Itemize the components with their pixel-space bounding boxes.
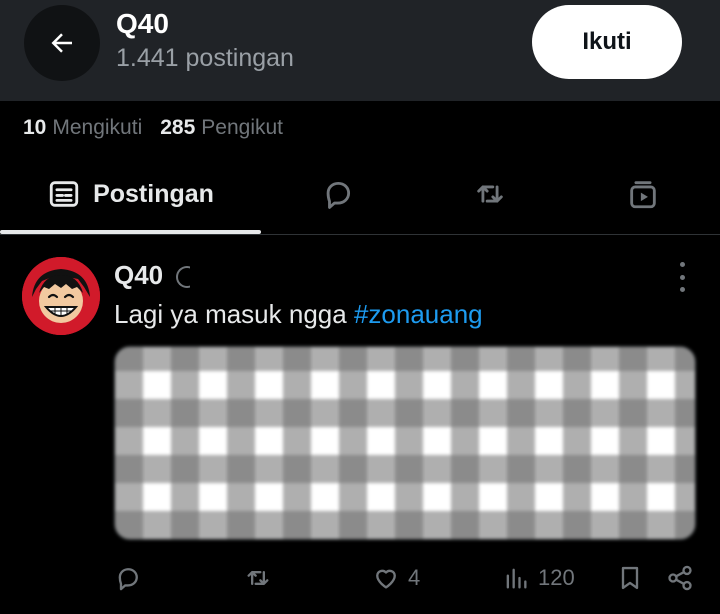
- profile-header: Q40 1.441 postingan Ikuti: [0, 0, 720, 101]
- post-text: Lagi ya masuk ngga #zonauang: [114, 299, 483, 330]
- more-options-icon[interactable]: [672, 262, 692, 292]
- reply-icon: [118, 568, 138, 591]
- like-count: 4: [408, 565, 421, 590]
- post-text-body: Lagi ya masuk ngga: [114, 299, 354, 329]
- heart-icon: [376, 569, 396, 589]
- bookmark-button[interactable]: [616, 562, 644, 594]
- repost-button[interactable]: [244, 562, 272, 594]
- list-icon: [49, 181, 79, 207]
- arrow-left-icon: [51, 33, 72, 53]
- follow-button[interactable]: Ikuti: [532, 5, 682, 79]
- like-button[interactable]: 4: [372, 562, 420, 594]
- tab-replies[interactable]: [298, 154, 378, 234]
- tab-posts-label: Postingan: [93, 179, 214, 208]
- redacted-handle: [190, 258, 540, 292]
- followers-count: 285: [160, 116, 196, 139]
- post-count: 1.441 postingan: [116, 44, 294, 72]
- share-button[interactable]: [666, 562, 694, 594]
- hashtag-link[interactable]: #zonauang: [354, 299, 483, 329]
- active-tab-indicator: [0, 230, 261, 234]
- following-label: Mengikuti: [52, 116, 143, 139]
- post-card[interactable]: Q40 Lagi ya masuk ngga #zonauang 4 120: [0, 236, 720, 614]
- avatar[interactable]: [22, 257, 100, 335]
- tab-posts[interactable]: Postingan: [0, 154, 261, 234]
- following-count: 10: [23, 116, 47, 139]
- bookmark-icon: [621, 566, 639, 590]
- post-media-image[interactable]: [114, 346, 696, 540]
- followers-link[interactable]: 285 Pengikut: [160, 116, 283, 140]
- profile-tabs: Postingan: [0, 154, 720, 235]
- avatar-image: [22, 257, 100, 335]
- post-author-name[interactable]: Q40: [114, 260, 163, 291]
- share-icon: [668, 565, 692, 591]
- tab-media[interactable]: [603, 154, 683, 234]
- reply-icon: [326, 181, 351, 209]
- tab-reposts[interactable]: [450, 154, 530, 234]
- follow-stats: 10 Mengikuti 285 Pengikut: [23, 116, 283, 140]
- analytics-icon: [506, 568, 527, 589]
- post-actions: 4 120: [0, 558, 720, 598]
- repost-icon: [477, 185, 503, 203]
- repost-icon: [247, 571, 269, 585]
- reply-button[interactable]: [114, 562, 142, 594]
- followers-label: Pengikut: [201, 116, 284, 139]
- following-link[interactable]: 10 Mengikuti: [23, 116, 142, 140]
- profile-name: Q40: [116, 8, 169, 39]
- back-button[interactable]: [24, 5, 100, 81]
- views-button[interactable]: 120: [502, 562, 575, 594]
- media-play-icon: [630, 181, 656, 209]
- view-count: 120: [538, 565, 575, 590]
